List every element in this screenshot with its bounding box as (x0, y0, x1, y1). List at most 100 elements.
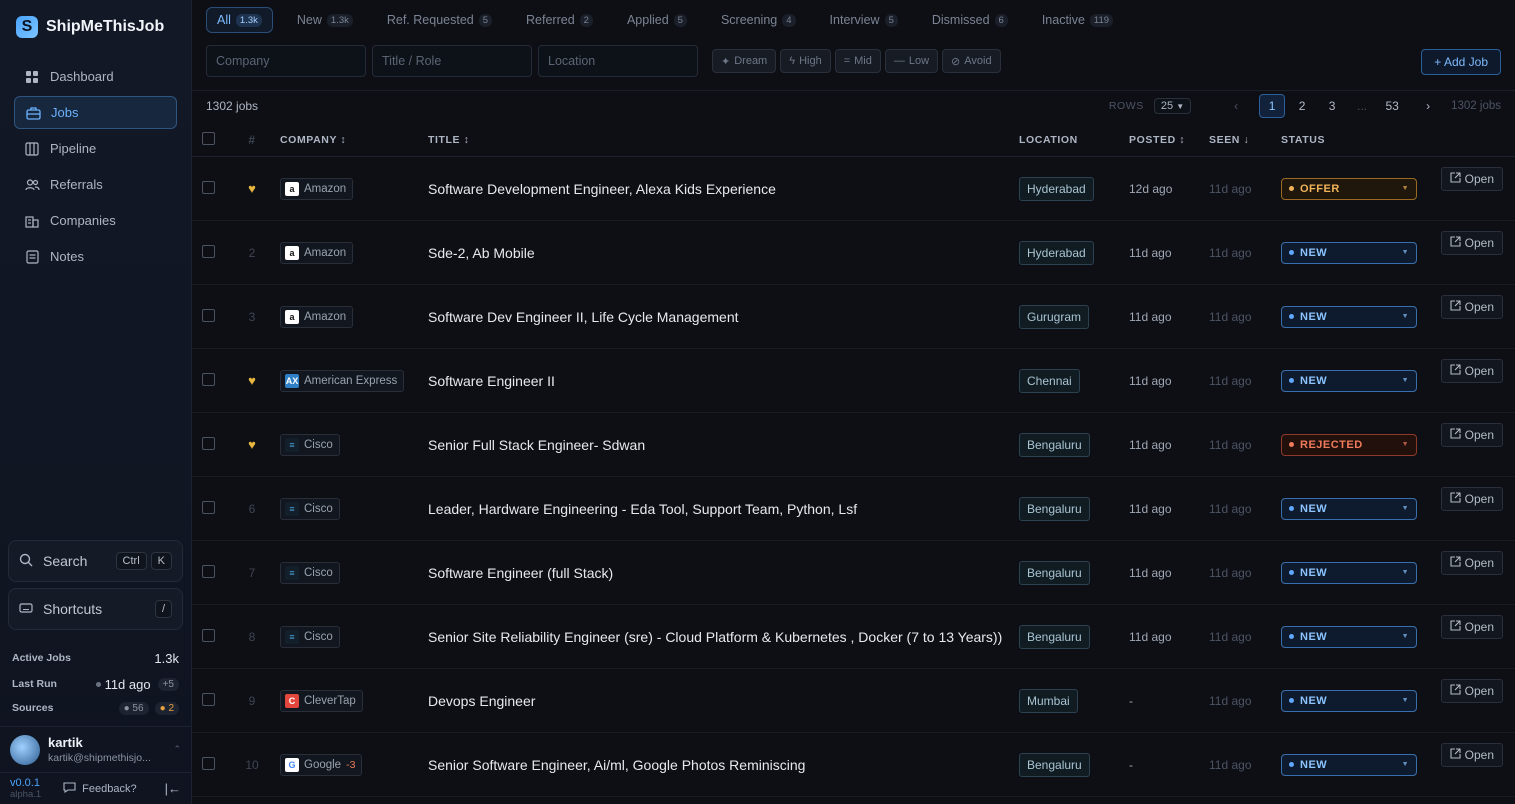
company-tag[interactable]: ≡ Cisco (280, 433, 340, 456)
open-job-button[interactable]: Open (1440, 423, 1503, 447)
table-row[interactable]: 3 a Amazon Software Dev Engineer II, Life C… (192, 285, 1515, 349)
job-title[interactable]: Senior Software Engineer, Ai/ml, Google … (428, 757, 1019, 773)
row-checkbox[interactable] (202, 756, 215, 770)
table-row[interactable]: 8 ≡ Cisco Senior Site Reliability Engineer … (192, 605, 1515, 669)
table-row[interactable]: 10 G Google -3 Senior Software Engineer, Ai/… (192, 733, 1515, 797)
tab-screening[interactable]: Screening 4 (711, 7, 806, 33)
add-job-button[interactable]: + Add Job (1421, 49, 1501, 75)
open-job-button[interactable]: Open (1440, 679, 1503, 703)
status-select[interactable]: NEW ▼ (1281, 753, 1417, 776)
company-tag[interactable]: AX American Express (280, 369, 405, 392)
table-row[interactable]: 7 ≡ Cisco Software Engineer (full Stack) Ben… (192, 541, 1515, 605)
feedback-button[interactable]: Feedback? (63, 781, 137, 796)
open-job-button[interactable]: Open (1440, 615, 1503, 639)
row-checkbox[interactable] (202, 180, 215, 194)
tab-referred[interactable]: Referred 2 (516, 7, 603, 33)
sidebar-item-jobs[interactable]: Jobs (14, 96, 177, 129)
next-page-icon[interactable]: › (1415, 94, 1441, 118)
company-tag[interactable]: a Amazon (280, 305, 354, 328)
tab-dismissed[interactable]: Dismissed 6 (922, 7, 1018, 33)
company-tag[interactable]: ≡ Cisco (280, 561, 340, 584)
status-select[interactable]: NEW ▼ (1281, 497, 1417, 520)
tab-inactive[interactable]: Inactive 119 (1032, 7, 1123, 33)
open-job-button[interactable]: Open (1440, 231, 1503, 255)
job-title[interactable]: Sde-2, Ab Mobile (428, 245, 1019, 261)
table-row[interactable]: 6 ≡ Cisco Leader, Hardware Engineering - Ed… (192, 477, 1515, 541)
company-tag[interactable]: a Amazon (280, 177, 354, 200)
status-select[interactable]: NEW ▼ (1281, 561, 1417, 584)
priority-chip-dream[interactable]: ✦ Dream (712, 49, 777, 73)
row-checkbox[interactable] (202, 692, 215, 706)
row-checkbox[interactable] (202, 244, 215, 258)
status-select[interactable]: NEW ▼ (1281, 241, 1417, 264)
company-tag[interactable]: ≡ Cisco (280, 497, 340, 520)
table-row[interactable]: 9 C CleverTap Devops Engineer Mumbai - 11d ago… (192, 669, 1515, 733)
shortcuts-button[interactable]: Shortcuts / (8, 588, 183, 630)
row-checkbox[interactable] (202, 308, 215, 322)
heart-icon[interactable]: ♥ (248, 373, 256, 388)
job-title[interactable]: Devops Engineer (428, 693, 1019, 709)
company-tag[interactable]: ≡ Cisco (280, 625, 340, 648)
status-select[interactable]: NEW ▼ (1281, 625, 1417, 648)
sidebar-item-pipeline[interactable]: Pipeline (14, 132, 177, 165)
page-button[interactable]: 2 (1289, 94, 1315, 118)
open-job-button[interactable]: Open (1440, 359, 1503, 383)
company-tag[interactable]: C CleverTap (280, 689, 363, 712)
tab-interview[interactable]: Interview 5 (820, 7, 908, 33)
status-select[interactable]: NEW ▼ (1281, 689, 1417, 712)
page-button[interactable]: 1 (1259, 93, 1286, 118)
sidebar-item-dashboard[interactable]: Dashboard (14, 60, 177, 93)
row-checkbox[interactable] (202, 372, 215, 386)
company-filter-input[interactable]: Company (206, 45, 366, 77)
table-row[interactable]: 2 a Amazon Sde-2, Ab Mobile Hyderabad 11d ago… (192, 221, 1515, 285)
priority-chip-high[interactable]: ϟ High (780, 49, 831, 73)
row-checkbox[interactable] (202, 628, 215, 642)
priority-chip-low[interactable]: — Low (884, 49, 939, 73)
title-filter-input[interactable]: Title / Role (372, 45, 532, 77)
tab-ref-requested[interactable]: Ref. Requested 5 (377, 7, 502, 33)
company-tag[interactable]: G Google -3 (280, 753, 363, 776)
job-title[interactable]: Senior Full Stack Engineer- Sdwan (428, 437, 1019, 453)
open-job-button[interactable]: Open (1440, 295, 1503, 319)
col-seen[interactable]: SEEN ↓ (1209, 134, 1281, 146)
table-row[interactable]: ♥ ≡ Cisco Senior Full Stack Engineer- Sdwan… (192, 413, 1515, 477)
page-button[interactable]: 3 (1319, 94, 1345, 118)
row-checkbox[interactable] (202, 564, 215, 578)
brand[interactable]: S ShipMeThisJob (0, 0, 191, 54)
tab-applied[interactable]: Applied 5 (617, 7, 697, 33)
job-title[interactable]: Software Engineer II (428, 373, 1019, 389)
sidebar-item-referrals[interactable]: Referrals (14, 168, 177, 201)
open-job-button[interactable]: Open (1440, 487, 1503, 511)
collapse-sidebar-icon[interactable]: |← (165, 781, 181, 796)
heart-icon[interactable]: ♥ (248, 181, 256, 196)
location-filter-input[interactable]: Location (538, 45, 698, 77)
col-title[interactable]: TITLE ↕ (428, 134, 1019, 146)
user-menu[interactable]: kartik kartik@shipmethisjo... ⌃ (0, 726, 191, 772)
table-row[interactable]: ♥ a Amazon Software Development Engineer, A… (192, 157, 1515, 221)
status-select[interactable]: REJECTED ▼ (1281, 433, 1417, 456)
priority-chip-avoid[interactable]: ⊘ Avoid (942, 49, 1001, 73)
priority-chip-mid[interactable]: = Mid (834, 49, 881, 73)
row-checkbox[interactable] (202, 436, 215, 450)
sidebar-item-notes[interactable]: Notes (14, 240, 177, 273)
row-checkbox[interactable] (202, 500, 215, 514)
company-tag[interactable]: a Amazon (280, 241, 354, 264)
heart-icon[interactable]: ♥ (248, 437, 256, 452)
job-title[interactable]: Software Engineer (full Stack) (428, 565, 1019, 581)
page-button[interactable]: 53 (1379, 94, 1405, 118)
search-button[interactable]: Search Ctrl K (8, 540, 183, 582)
select-all-checkbox[interactable] (202, 132, 215, 145)
open-job-button[interactable]: Open (1440, 167, 1503, 191)
col-posted[interactable]: POSTED ↕ (1129, 134, 1209, 146)
tab-new[interactable]: New 1.3k (287, 7, 363, 33)
status-select[interactable]: OFFER ▼ (1281, 177, 1417, 200)
job-title[interactable]: Software Dev Engineer II, Life Cycle Man… (428, 309, 1019, 325)
tab-all[interactable]: All 1.3k (206, 7, 273, 33)
status-select[interactable]: NEW ▼ (1281, 369, 1417, 392)
job-title[interactable]: Software Development Engineer, Alexa Kid… (428, 181, 1019, 197)
open-job-button[interactable]: Open (1440, 743, 1503, 767)
table-row[interactable]: ♥ AX American Express Software Engineer II C… (192, 349, 1515, 413)
job-title[interactable]: Leader, Hardware Engineering - Eda Tool,… (428, 501, 1019, 517)
status-select[interactable]: NEW ▼ (1281, 305, 1417, 328)
sidebar-item-companies[interactable]: Companies (14, 204, 177, 237)
